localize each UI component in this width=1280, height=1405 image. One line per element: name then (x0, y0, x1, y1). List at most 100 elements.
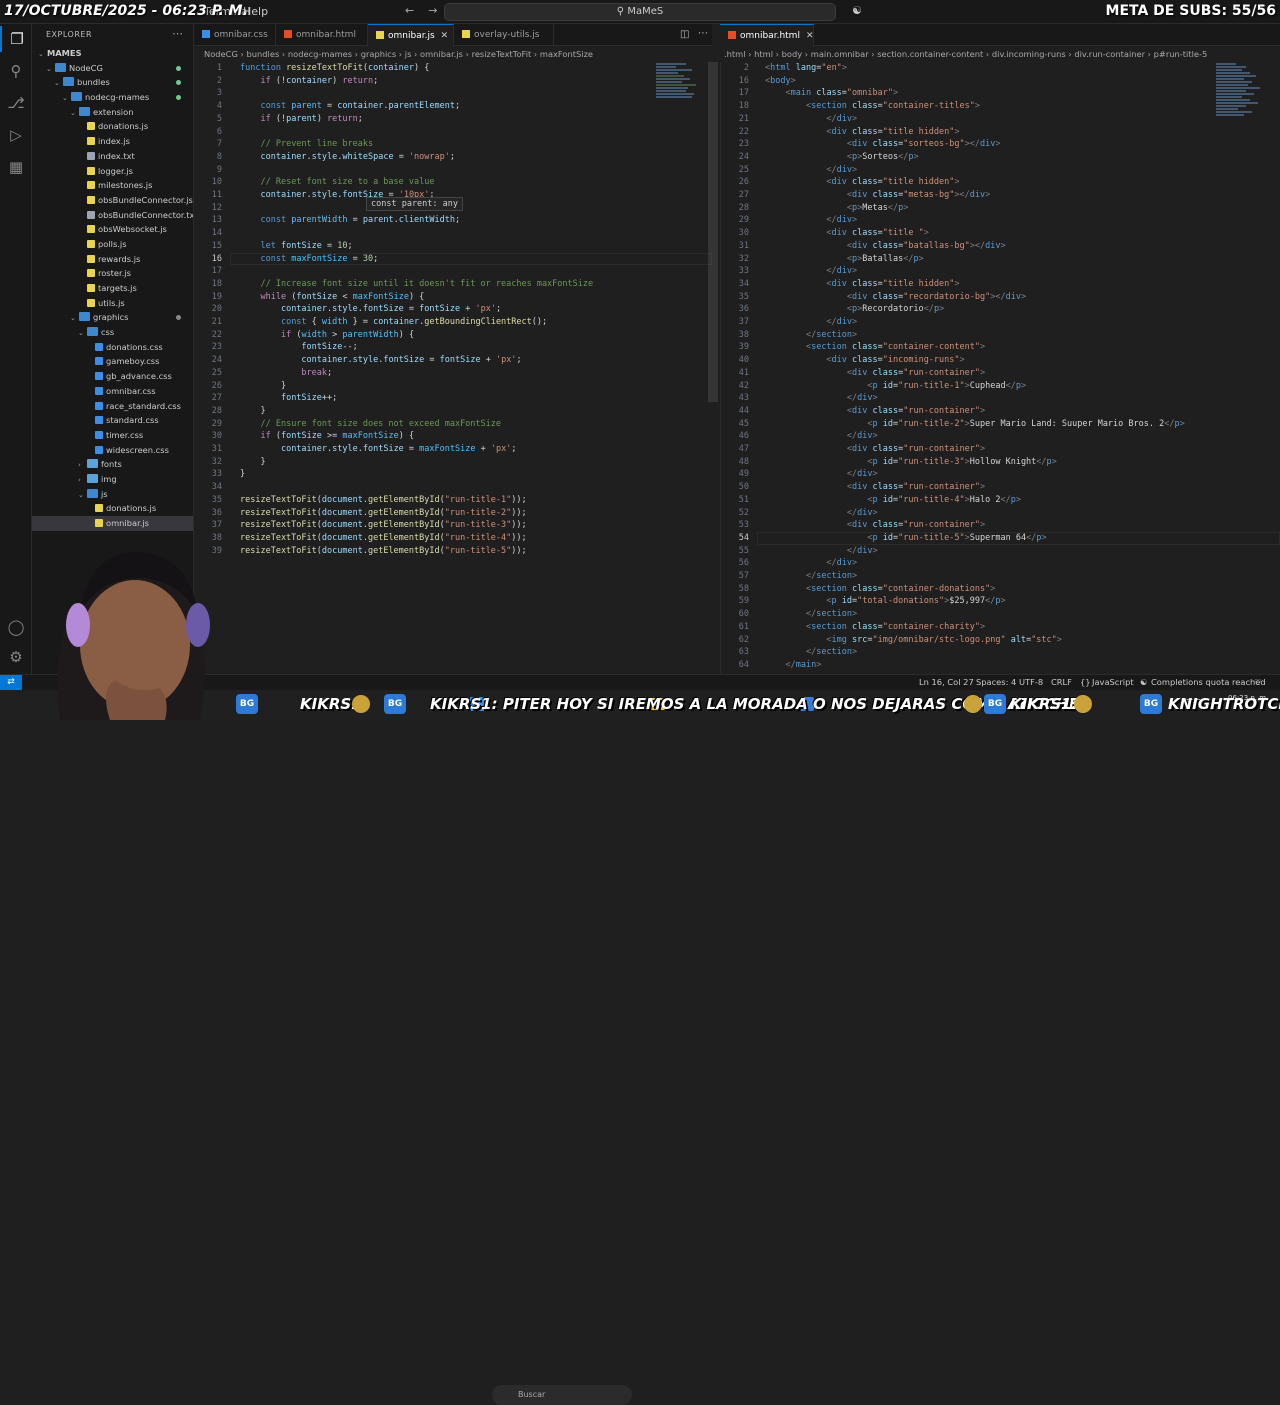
tree-file[interactable]: milestones.js (32, 178, 193, 193)
tree-file[interactable]: rewards.js (32, 252, 193, 267)
account-icon[interactable]: ◯ (0, 614, 32, 640)
tree-file[interactable]: roster.js (32, 266, 193, 281)
line-number: 34 (738, 278, 749, 289)
minimap[interactable] (656, 62, 706, 114)
tree-folder[interactable]: › fonts (32, 457, 193, 472)
tree-file[interactable]: gb_advance.css (32, 369, 193, 384)
line-number: 54 (738, 532, 749, 543)
tree-file[interactable]: donations.js (32, 501, 193, 516)
notifications-icon[interactable]: ♡ (1254, 675, 1261, 690)
nav-arrows[interactable]: ← → (405, 4, 437, 17)
copilot-status[interactable]: Completions quota reached (1151, 675, 1266, 690)
tree-file[interactable]: obsBundleConnector.txt (32, 208, 193, 223)
breadcrumb-item[interactable]: bundles (246, 49, 279, 59)
code-text: // Reset font size to a base value (240, 176, 434, 189)
breadcrumb-item[interactable]: resizeTextToFit (472, 49, 532, 59)
code-text: <div class="run-container"> (765, 519, 985, 532)
breadcrumb-item[interactable]: nodecg-mames (288, 49, 352, 59)
txt-file-icon (87, 151, 95, 160)
tree-folder[interactable]: ⌄ css (32, 325, 193, 340)
tree-folder[interactable]: ⌄ bundles (32, 75, 193, 90)
code-line: 8 container.style.whiteSpace = 'nowrap'; (194, 151, 712, 164)
tab-overlay-utils-js[interactable]: overlay-utils.js (454, 24, 554, 46)
tree-file[interactable]: obsBundleConnector.js (32, 193, 193, 208)
tree-file[interactable]: omnibar.css (32, 384, 193, 399)
scrollbar[interactable] (708, 62, 718, 402)
tree-file[interactable]: timer.css (32, 428, 193, 443)
source-control-icon[interactable]: ⎇ (0, 90, 32, 116)
more-actions-icon[interactable]: ⋯ (172, 27, 183, 40)
code-line: 6 (194, 126, 712, 139)
breadcrumb-item[interactable]: html (754, 49, 773, 59)
tree-file[interactable]: polls.js (32, 237, 193, 252)
tab-omnibar-css[interactable]: omnibar.css (194, 24, 276, 46)
remote-icon[interactable]: ⇄ (0, 675, 22, 690)
breadcrumb-item[interactable]: body (782, 49, 803, 59)
tree-folder[interactable]: ⌄ NodeCG (32, 61, 193, 76)
breadcrumb-item[interactable]: graphics (361, 49, 396, 59)
code-text: <section class="container-titles"> (765, 100, 980, 113)
language-mode[interactable]: JavaScript (1092, 675, 1134, 690)
minimap-right[interactable] (1216, 62, 1266, 152)
breadcrumb-item[interactable]: NodeCG (204, 49, 238, 59)
code-editor-left[interactable]: 1 function resizeTextToFit(container) {2 … (194, 62, 712, 674)
encoding[interactable]: UTF-8 (1019, 675, 1043, 690)
code-token: } (240, 469, 246, 480)
breadcrumb-item[interactable]: div.run-container (1074, 49, 1145, 59)
tree-folder[interactable]: ⌄ MAMES (32, 46, 193, 61)
tree-file[interactable]: donations.css (32, 340, 193, 355)
tree-folder[interactable]: ⌄ nodecg-mames (32, 90, 193, 105)
tree-file[interactable]: race_standard.css (32, 399, 193, 414)
tree-file[interactable]: index.js (32, 134, 193, 149)
taskbar-search[interactable]: Buscar (492, 1385, 632, 1405)
breadcrumb-item[interactable]: p#run-title-5 (1154, 49, 1208, 59)
tree-file[interactable]: widescreen.css (32, 443, 193, 458)
code-editor-right[interactable]: 2 <html lang="en"> 16 <body> 17 <main class=… (720, 62, 1280, 674)
tree-folder[interactable]: ⌄ extension (32, 105, 193, 120)
line-ending[interactable]: CRLF (1051, 675, 1072, 690)
split-editor-icon[interactable]: ◫ (680, 29, 689, 40)
breadcrumb-item[interactable]: .html (724, 49, 746, 59)
settings-icon[interactable]: ⚙ (0, 644, 32, 670)
emote-icon (1074, 695, 1092, 713)
search-icon[interactable]: ⚲ (0, 58, 32, 84)
tree-folder[interactable]: ⌄ graphics (32, 310, 193, 325)
explorer-icon[interactable]: ❐ (0, 26, 32, 52)
breadcrumb-item[interactable]: div.incoming-runs (992, 49, 1066, 59)
git-status-dot (176, 65, 181, 71)
breadcrumb-right[interactable]: .html › html › body › main.omnibar › sec… (724, 46, 1280, 62)
tree-file[interactable]: index.txt (32, 149, 193, 164)
close-icon[interactable]: ✕ (441, 31, 449, 41)
tree-file[interactable]: targets.js (32, 281, 193, 296)
extensions-icon[interactable]: ▦ (0, 154, 32, 180)
code-token: "run-title-2" (444, 507, 512, 518)
breadcrumb[interactable]: NodeCG › bundles › nodecg-mames › graphi… (204, 46, 704, 62)
run-debug-icon[interactable]: ▷ (0, 122, 32, 148)
tree-item-label: bundles (77, 77, 110, 88)
tab-omnibar-html[interactable]: omnibar.html (276, 24, 368, 46)
indentation[interactable]: Spaces: 4 (976, 675, 1016, 690)
command-center[interactable]: ⚲ MaMeS (444, 3, 836, 21)
tree-file[interactable]: standard.css (32, 413, 193, 428)
line-number: 23 (211, 342, 222, 353)
tab-omnibar-js[interactable]: omnibar.js ✕ (368, 24, 454, 46)
tree-file[interactable]: obsWebsocket.js (32, 222, 193, 237)
tree-file[interactable]: gameboy.css (32, 354, 193, 369)
more-actions-icon[interactable]: ⋯ (698, 28, 708, 39)
tree-folder[interactable]: › img (32, 472, 193, 487)
code-line: 56 </div> (721, 557, 1280, 570)
tree-file[interactable]: utils.js (32, 296, 193, 311)
breadcrumb-item[interactable]: maxFontSize (540, 49, 593, 59)
breadcrumb-item[interactable]: section.container-content (877, 49, 983, 59)
copilot-icon[interactable]: ☯ (852, 4, 862, 17)
cursor-position[interactable]: Ln 16, Col 27 (919, 675, 974, 690)
tree-item-label: js (101, 488, 108, 499)
close-icon[interactable]: ✕ (806, 31, 814, 41)
tree-file[interactable]: donations.js (32, 119, 193, 134)
tab-omnibar-html[interactable]: omnibar.html ✕ (720, 24, 814, 46)
tree-file[interactable]: logger.js (32, 164, 193, 179)
tree-folder[interactable]: ⌄ js (32, 487, 193, 502)
breadcrumb-item[interactable]: main.omnibar (811, 49, 869, 59)
breadcrumb-item[interactable]: omnibar.js (420, 49, 463, 59)
